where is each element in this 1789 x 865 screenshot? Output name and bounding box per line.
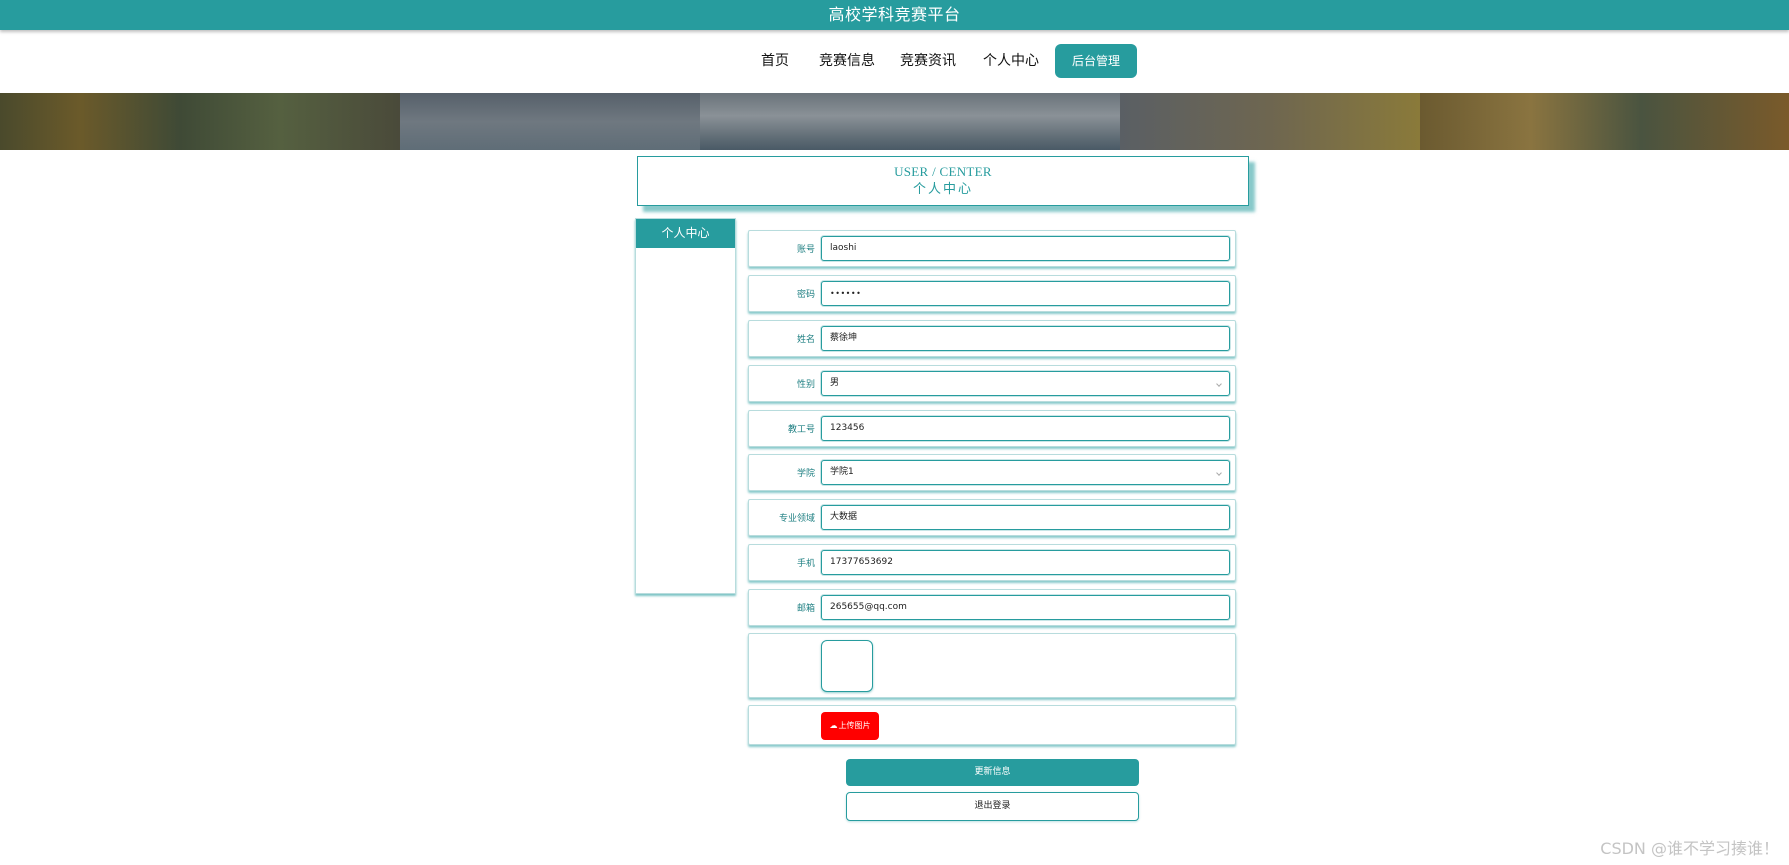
field-input[interactable]: 大数据 <box>821 505 1230 530</box>
logout-button[interactable]: 退出登录 <box>846 792 1139 821</box>
form-row-password: 密码 •••••• <box>748 275 1236 312</box>
sidebar: 个人中心 <box>635 218 736 594</box>
user-center-title-cn: 个人中心 <box>912 181 973 196</box>
nav-personal-center[interactable]: 个人中心 <box>983 50 1039 70</box>
watermark-text: CSDN @谁不学习揍谁！ <box>1600 839 1779 858</box>
email-label: 邮箱 <box>796 604 815 614</box>
nav-competition-news[interactable]: 竞赛资讯 <box>900 50 956 70</box>
name-input[interactable]: 蔡徐坤 <box>821 326 1230 351</box>
nav-home[interactable]: 首页 <box>761 50 789 70</box>
user-center-title-en: USER / CENTER <box>894 164 992 179</box>
staff-no-label: 教工号 <box>787 425 815 435</box>
sidebar-item-personal-center[interactable]: 个人中心 <box>636 219 735 248</box>
form-row-email: 邮箱 265655@qq.com <box>748 589 1236 626</box>
form-row-avatar <box>748 633 1236 698</box>
account-label: 账号 <box>796 245 815 255</box>
staff-no-input[interactable]: 123456 <box>821 416 1230 441</box>
admin-button[interactable]: 后台管理 <box>1055 44 1137 78</box>
college-selected-value: 学院1 <box>830 467 854 477</box>
cloud-upload-icon: ☁ <box>829 721 838 730</box>
form-row-account: 账号 laoshi <box>748 230 1236 267</box>
account-input[interactable]: laoshi <box>821 236 1230 261</box>
form-row-college: 学院 学院1 <box>748 454 1236 491</box>
password-label: 密码 <box>796 290 815 300</box>
password-input[interactable]: •••••• <box>821 281 1230 306</box>
phone-input[interactable]: 17377653692 <box>821 550 1230 575</box>
phone-label: 手机 <box>796 559 815 569</box>
form-row-upload: ☁上传图片 <box>748 705 1236 745</box>
top-title-bar: 高校学科竞赛平台 <box>0 0 1789 30</box>
form-row-field: 专业领域 大数据 <box>748 499 1236 536</box>
form-row-phone: 手机 17377653692 <box>748 544 1236 581</box>
update-info-button[interactable]: 更新信息 <box>846 759 1139 786</box>
gender-label: 性别 <box>796 380 815 390</box>
form-row-staff-no: 教工号 123456 <box>748 410 1236 447</box>
campus-banner-image <box>0 93 1789 150</box>
form-row-name: 姓名 蔡徐坤 <box>748 320 1236 357</box>
form-row-gender: 性别 男 <box>748 365 1236 402</box>
main-nav: 首页 竞赛信息 竞赛资讯 个人中心 后台管理 <box>0 44 1789 80</box>
user-center-title-card: USER / CENTER 个人中心 <box>637 156 1249 206</box>
name-label: 姓名 <box>796 335 815 345</box>
gender-select[interactable]: 男 <box>821 371 1230 396</box>
college-label: 学院 <box>796 469 815 479</box>
field-label: 专业领域 <box>778 514 815 524</box>
gender-selected-value: 男 <box>830 378 840 388</box>
site-title: 高校学科竞赛平台 <box>828 5 961 24</box>
email-input[interactable]: 265655@qq.com <box>821 595 1230 620</box>
college-select[interactable]: 学院1 <box>821 460 1230 485</box>
avatar-image-box[interactable] <box>821 640 873 692</box>
upload-image-label: 上传图片 <box>838 721 871 730</box>
upload-image-button[interactable]: ☁上传图片 <box>821 712 879 740</box>
nav-competition-info[interactable]: 竞赛信息 <box>819 50 875 70</box>
